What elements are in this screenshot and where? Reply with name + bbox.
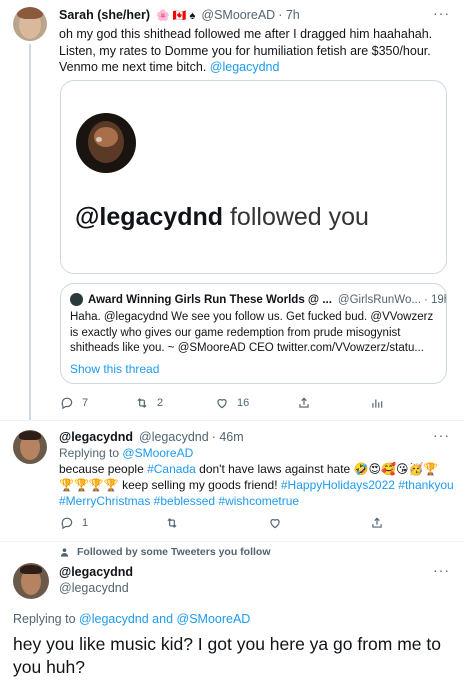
quote-author-name[interactable]: Award Winning Girls Run These Worlds @ .… — [88, 294, 332, 306]
analytics-button[interactable] — [370, 396, 384, 410]
tweet-text: because people #Canada don't have laws a… — [59, 461, 459, 509]
analytics-icon — [372, 399, 383, 408]
author-handle[interactable]: @legacydnd — [59, 580, 133, 596]
like-button[interactable]: 16 — [215, 396, 249, 410]
tweet-sarah[interactable]: Sarah (she/her) 🌸 🇨🇦 ♠ @SMooreAD · 7h ··… — [0, 0, 464, 420]
retweet-icon — [167, 518, 177, 528]
reply-button[interactable]: 1 — [60, 516, 88, 530]
more-icon[interactable]: ··· — [433, 562, 450, 578]
author-name[interactable]: @legacydnd — [59, 564, 133, 580]
replying-to-link[interactable]: @legacydnd and @SMooreAD — [79, 612, 250, 626]
text-end: keep selling my goods friend! — [122, 478, 278, 492]
quote-header: Award Winning Girls Run These Worlds @ .… — [70, 293, 446, 306]
image-card[interactable]: @legacydnd followed you — [60, 80, 447, 274]
reply-count: 7 — [82, 397, 89, 409]
reply-count: 1 — [82, 517, 89, 529]
tweet-legacydnd-focus[interactable]: Followed by some Tweeters you follow @le… — [0, 542, 464, 680]
quote-tweet-card[interactable]: Award Winning Girls Run These Worlds @ .… — [60, 283, 447, 384]
mention-link[interactable]: @legacydnd — [210, 60, 280, 74]
tweet-text: hey you like music kid? I got you here y… — [13, 634, 441, 677]
person-icon — [60, 547, 69, 557]
quote-handle[interactable]: @GirlsRunWo... — [338, 294, 421, 306]
show-thread-link[interactable]: Show this thread — [70, 362, 159, 376]
reply-icon — [61, 517, 73, 530]
hashtag-link[interactable]: #MerryChristmas #beblessed #wishcometrue — [59, 494, 299, 508]
avatar[interactable] — [13, 430, 47, 464]
replying-to: Replying to @legacydnd and @SMooreAD — [13, 611, 250, 628]
avatar[interactable] — [13, 563, 49, 599]
more-icon[interactable]: ··· — [433, 427, 450, 443]
author-name[interactable]: @legacydnd — [59, 430, 133, 444]
emoji-group: 🏆🏆🏆🏆 — [59, 478, 119, 492]
retweet-button[interactable] — [165, 516, 179, 530]
like-icon — [270, 519, 280, 529]
share-button[interactable] — [370, 516, 384, 530]
followed-by-text: Followed by some Tweeters you follow — [77, 546, 271, 558]
followed-avatar — [76, 113, 136, 173]
quote-text: Haha. @legacydnd We see you follow us. G… — [70, 311, 434, 354]
like-icon — [217, 399, 227, 409]
author-block: @legacydnd @legacydnd — [59, 564, 133, 596]
quote-avatar — [70, 293, 83, 306]
replying-label: Replying to — [59, 446, 120, 460]
retweet-count: 2 — [157, 397, 164, 409]
author-handle[interactable]: @SMooreAD — [201, 8, 275, 22]
like-button[interactable] — [268, 516, 282, 530]
hashtag-link[interactable]: #Canada — [147, 462, 196, 476]
tweet-header: @legacydnd @legacydnd · 46m — [59, 430, 244, 444]
avatar[interactable] — [13, 7, 47, 41]
tweet-text: oh my god this shithead followed me afte… — [59, 26, 454, 76]
hashtag-link[interactable]: #HappyHolidays2022 #thankyou — [281, 478, 454, 492]
like-count: 16 — [237, 397, 250, 409]
replying-label: Replying to — [13, 612, 76, 626]
followed-handle: @legacydnd — [75, 203, 224, 231]
text-mid: don't have laws against hate — [199, 462, 351, 476]
more-icon[interactable]: ··· — [433, 5, 450, 21]
emoji-group: 🤣😍🥰😘🥳🏆 — [353, 462, 439, 476]
author-handle[interactable]: @legacydnd — [139, 430, 209, 444]
text-start: because people — [59, 462, 144, 476]
tweet-legacydnd-reply[interactable]: @legacydnd @legacydnd · 46m ··· Replying… — [0, 421, 464, 541]
retweet-button[interactable]: 2 — [135, 396, 163, 410]
replying-to: Replying to @SMooreAD — [59, 445, 193, 462]
followed-text: followed you — [229, 203, 369, 231]
share-icon — [372, 517, 382, 528]
author-emojis: 🌸 🇨🇦 ♠ — [156, 9, 196, 22]
share-button[interactable] — [297, 396, 311, 410]
replying-to-link[interactable]: @SMooreAD — [122, 446, 193, 460]
tweet-time[interactable]: · 46m — [212, 430, 244, 444]
tweet-time[interactable]: · 7h — [278, 8, 300, 22]
thread-line — [29, 44, 31, 420]
reply-icon — [61, 397, 73, 410]
share-icon — [299, 397, 309, 408]
retweet-icon — [137, 398, 147, 408]
reply-button[interactable]: 7 — [60, 396, 88, 410]
tweet-header: Sarah (she/her) 🌸 🇨🇦 ♠ @SMooreAD · 7h — [59, 8, 300, 22]
followed-notice: @legacydnd followed you — [75, 203, 369, 232]
author-name[interactable]: Sarah (she/her) — [59, 8, 150, 22]
social-context: Followed by some Tweeters you follow — [59, 546, 271, 558]
quote-time[interactable]: · 19h — [424, 294, 446, 306]
